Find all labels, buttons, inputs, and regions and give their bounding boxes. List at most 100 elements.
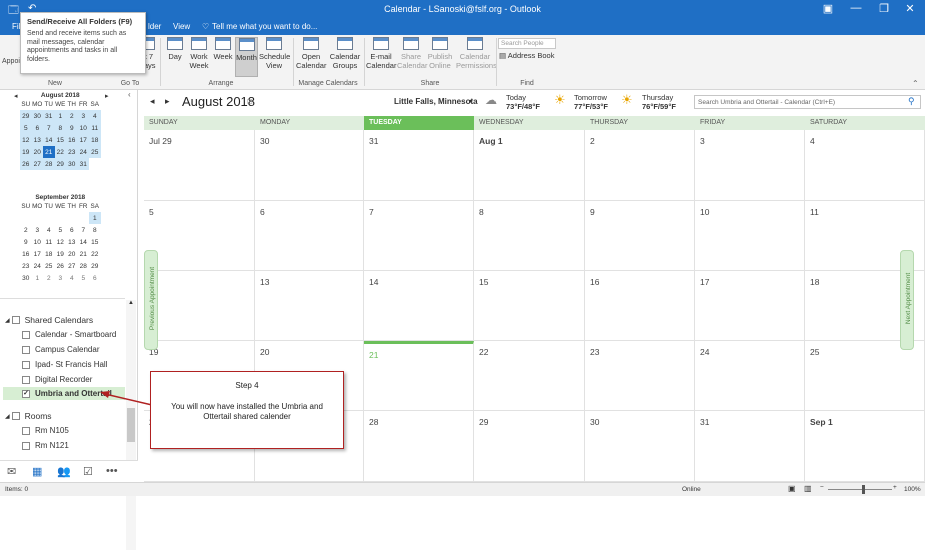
next-month-icon[interactable]: ▸ (165, 96, 170, 107)
minimize-button[interactable]: — (846, 2, 866, 14)
mini-day[interactable]: 20 (31, 146, 43, 158)
calendar-icon[interactable]: ▦ (32, 465, 42, 478)
mini-day[interactable]: 16 (20, 248, 32, 260)
folder-ipad-st-francis[interactable]: Ipad- St Francis Hall (22, 360, 107, 369)
folder-rm-n105[interactable]: Rm N105 (22, 426, 69, 435)
expand-icon[interactable]: ◢ (5, 317, 10, 324)
mini-day[interactable]: 1 (54, 110, 66, 122)
folder-checkbox[interactable] (22, 426, 30, 435)
collapse-ribbon-icon[interactable]: ⌃ (912, 79, 919, 88)
day-cell[interactable]: 3 (695, 130, 805, 201)
mini-day[interactable]: 11 (43, 236, 55, 248)
mini-day[interactable]: 14 (43, 134, 55, 146)
day-cell[interactable]: 17 (695, 271, 805, 341)
mini-day[interactable]: 17 (32, 248, 44, 260)
day-cell[interactable]: 30 (255, 130, 364, 201)
day-cell[interactable]: 9 (585, 201, 695, 271)
mail-icon[interactable]: ✉ (7, 465, 16, 478)
mini-day[interactable] (43, 212, 55, 224)
day-cell[interactable]: 6 (255, 201, 364, 271)
calendar-permissions-button[interactable]: Calendar Permissions (456, 37, 497, 77)
mini-day[interactable]: 5 (78, 272, 90, 284)
mini-day-today[interactable]: 21 (43, 146, 55, 158)
mini-day[interactable]: 4 (89, 110, 101, 122)
mini-day[interactable]: 21 (78, 248, 90, 260)
day-cell[interactable]: 31 (364, 130, 474, 201)
mini-day[interactable]: 27 (31, 158, 43, 170)
mini-day[interactable]: 5 (55, 224, 67, 236)
mini-day[interactable]: 29 (89, 260, 101, 272)
day-cell[interactable]: 5 (144, 201, 255, 271)
mini-day[interactable]: 8 (89, 224, 101, 236)
mini-day[interactable]: 8 (54, 122, 66, 134)
day-cell[interactable]: 12 (144, 271, 255, 341)
day-cell[interactable]: 10 (695, 201, 805, 271)
zoom-slider[interactable] (828, 489, 892, 490)
prev-month-icon[interactable]: ◂ (14, 92, 18, 100)
restore-button[interactable]: ❐ (874, 2, 894, 15)
search-people-input[interactable]: Search People (498, 38, 556, 49)
mini-day[interactable]: 18 (43, 248, 55, 260)
dropdown-icon[interactable]: ▾ (469, 98, 472, 105)
mini-day[interactable]: 9 (20, 236, 32, 248)
zoom-level[interactable]: 100% (904, 486, 921, 493)
folder-checkbox[interactable] (22, 330, 30, 339)
month-button[interactable]: Month (235, 37, 258, 77)
day-cell[interactable]: 4 (805, 130, 925, 201)
collapse-pane-icon[interactable]: ‹ (128, 90, 131, 99)
mini-day[interactable]: 5 (20, 122, 32, 134)
group-checkbox[interactable] (11, 412, 20, 420)
mini-day[interactable]: 19 (55, 248, 67, 260)
folder-scrollbar[interactable]: ▲ ▼ (126, 300, 136, 550)
mini-day[interactable]: 6 (66, 224, 78, 236)
email-calendar-button[interactable]: E-mail Calendar (366, 37, 396, 77)
zoom-slider-thumb[interactable] (862, 485, 865, 494)
day-cell[interactable]: 28 (364, 411, 474, 482)
day-cell[interactable]: 8 (474, 201, 585, 271)
day-cell[interactable]: Jul 29 (144, 130, 255, 201)
day-button[interactable]: Day (164, 37, 186, 77)
mini-day[interactable]: 23 (66, 146, 78, 158)
mini-day[interactable]: 18 (89, 134, 101, 146)
mini-day[interactable]: 25 (89, 146, 101, 158)
scroll-up-icon[interactable]: ▲ (128, 300, 134, 306)
mini-day[interactable]: 2 (66, 110, 78, 122)
mini-day[interactable]: 22 (89, 248, 101, 260)
publish-online-button[interactable]: Publish Online (426, 37, 454, 77)
day-cell[interactable]: 16 (585, 271, 695, 341)
mini-day[interactable]: 7 (43, 122, 55, 134)
zoom-in-icon[interactable]: + (893, 484, 897, 491)
expand-icon[interactable]: ◢ (5, 413, 10, 420)
location-selector[interactable]: Little Falls, Minnesota (394, 97, 478, 106)
day-cell[interactable]: 7 (364, 201, 474, 271)
folder-rm-n121[interactable]: Rm N121 (22, 441, 69, 450)
more-icon[interactable]: ••• (106, 465, 118, 477)
mini-day[interactable]: 26 (20, 158, 32, 170)
open-calendar-button[interactable]: Open Calendar (296, 37, 326, 77)
mini-day[interactable]: 25 (43, 260, 55, 272)
mini-day[interactable]: 9 (66, 122, 78, 134)
mini-day[interactable]: 2 (20, 224, 32, 236)
mini-day[interactable]: 6 (89, 272, 101, 284)
group-checkbox[interactable] (11, 316, 20, 324)
day-cell[interactable]: 30 (585, 411, 695, 482)
share-calendar-button[interactable]: Share Calendar (397, 37, 427, 77)
folder-checkbox[interactable] (22, 441, 30, 450)
folder-checkbox[interactable] (22, 375, 30, 384)
mini-day[interactable] (89, 158, 101, 170)
day-cell[interactable]: 31 (695, 411, 805, 482)
mini-day[interactable]: 10 (32, 236, 44, 248)
mini-day[interactable]: 6 (31, 122, 43, 134)
mini-day[interactable]: 13 (31, 134, 43, 146)
mini-day[interactable] (20, 212, 32, 224)
day-cell[interactable]: 22 (474, 341, 585, 411)
mini-day[interactable]: 14 (78, 236, 90, 248)
day-cell[interactable]: 15 (474, 271, 585, 341)
search-icon[interactable]: ⚲ (908, 96, 915, 107)
tell-me-search[interactable]: Tell me what you want to do... (212, 22, 317, 31)
calendar-search-input[interactable]: Search Umbria and Ottertail - Calendar (… (698, 99, 835, 106)
mini-day[interactable]: 24 (77, 146, 89, 158)
mini-day[interactable]: 15 (89, 236, 101, 248)
mini-day[interactable]: 1 (89, 212, 101, 224)
mini-day[interactable]: 15 (54, 134, 66, 146)
